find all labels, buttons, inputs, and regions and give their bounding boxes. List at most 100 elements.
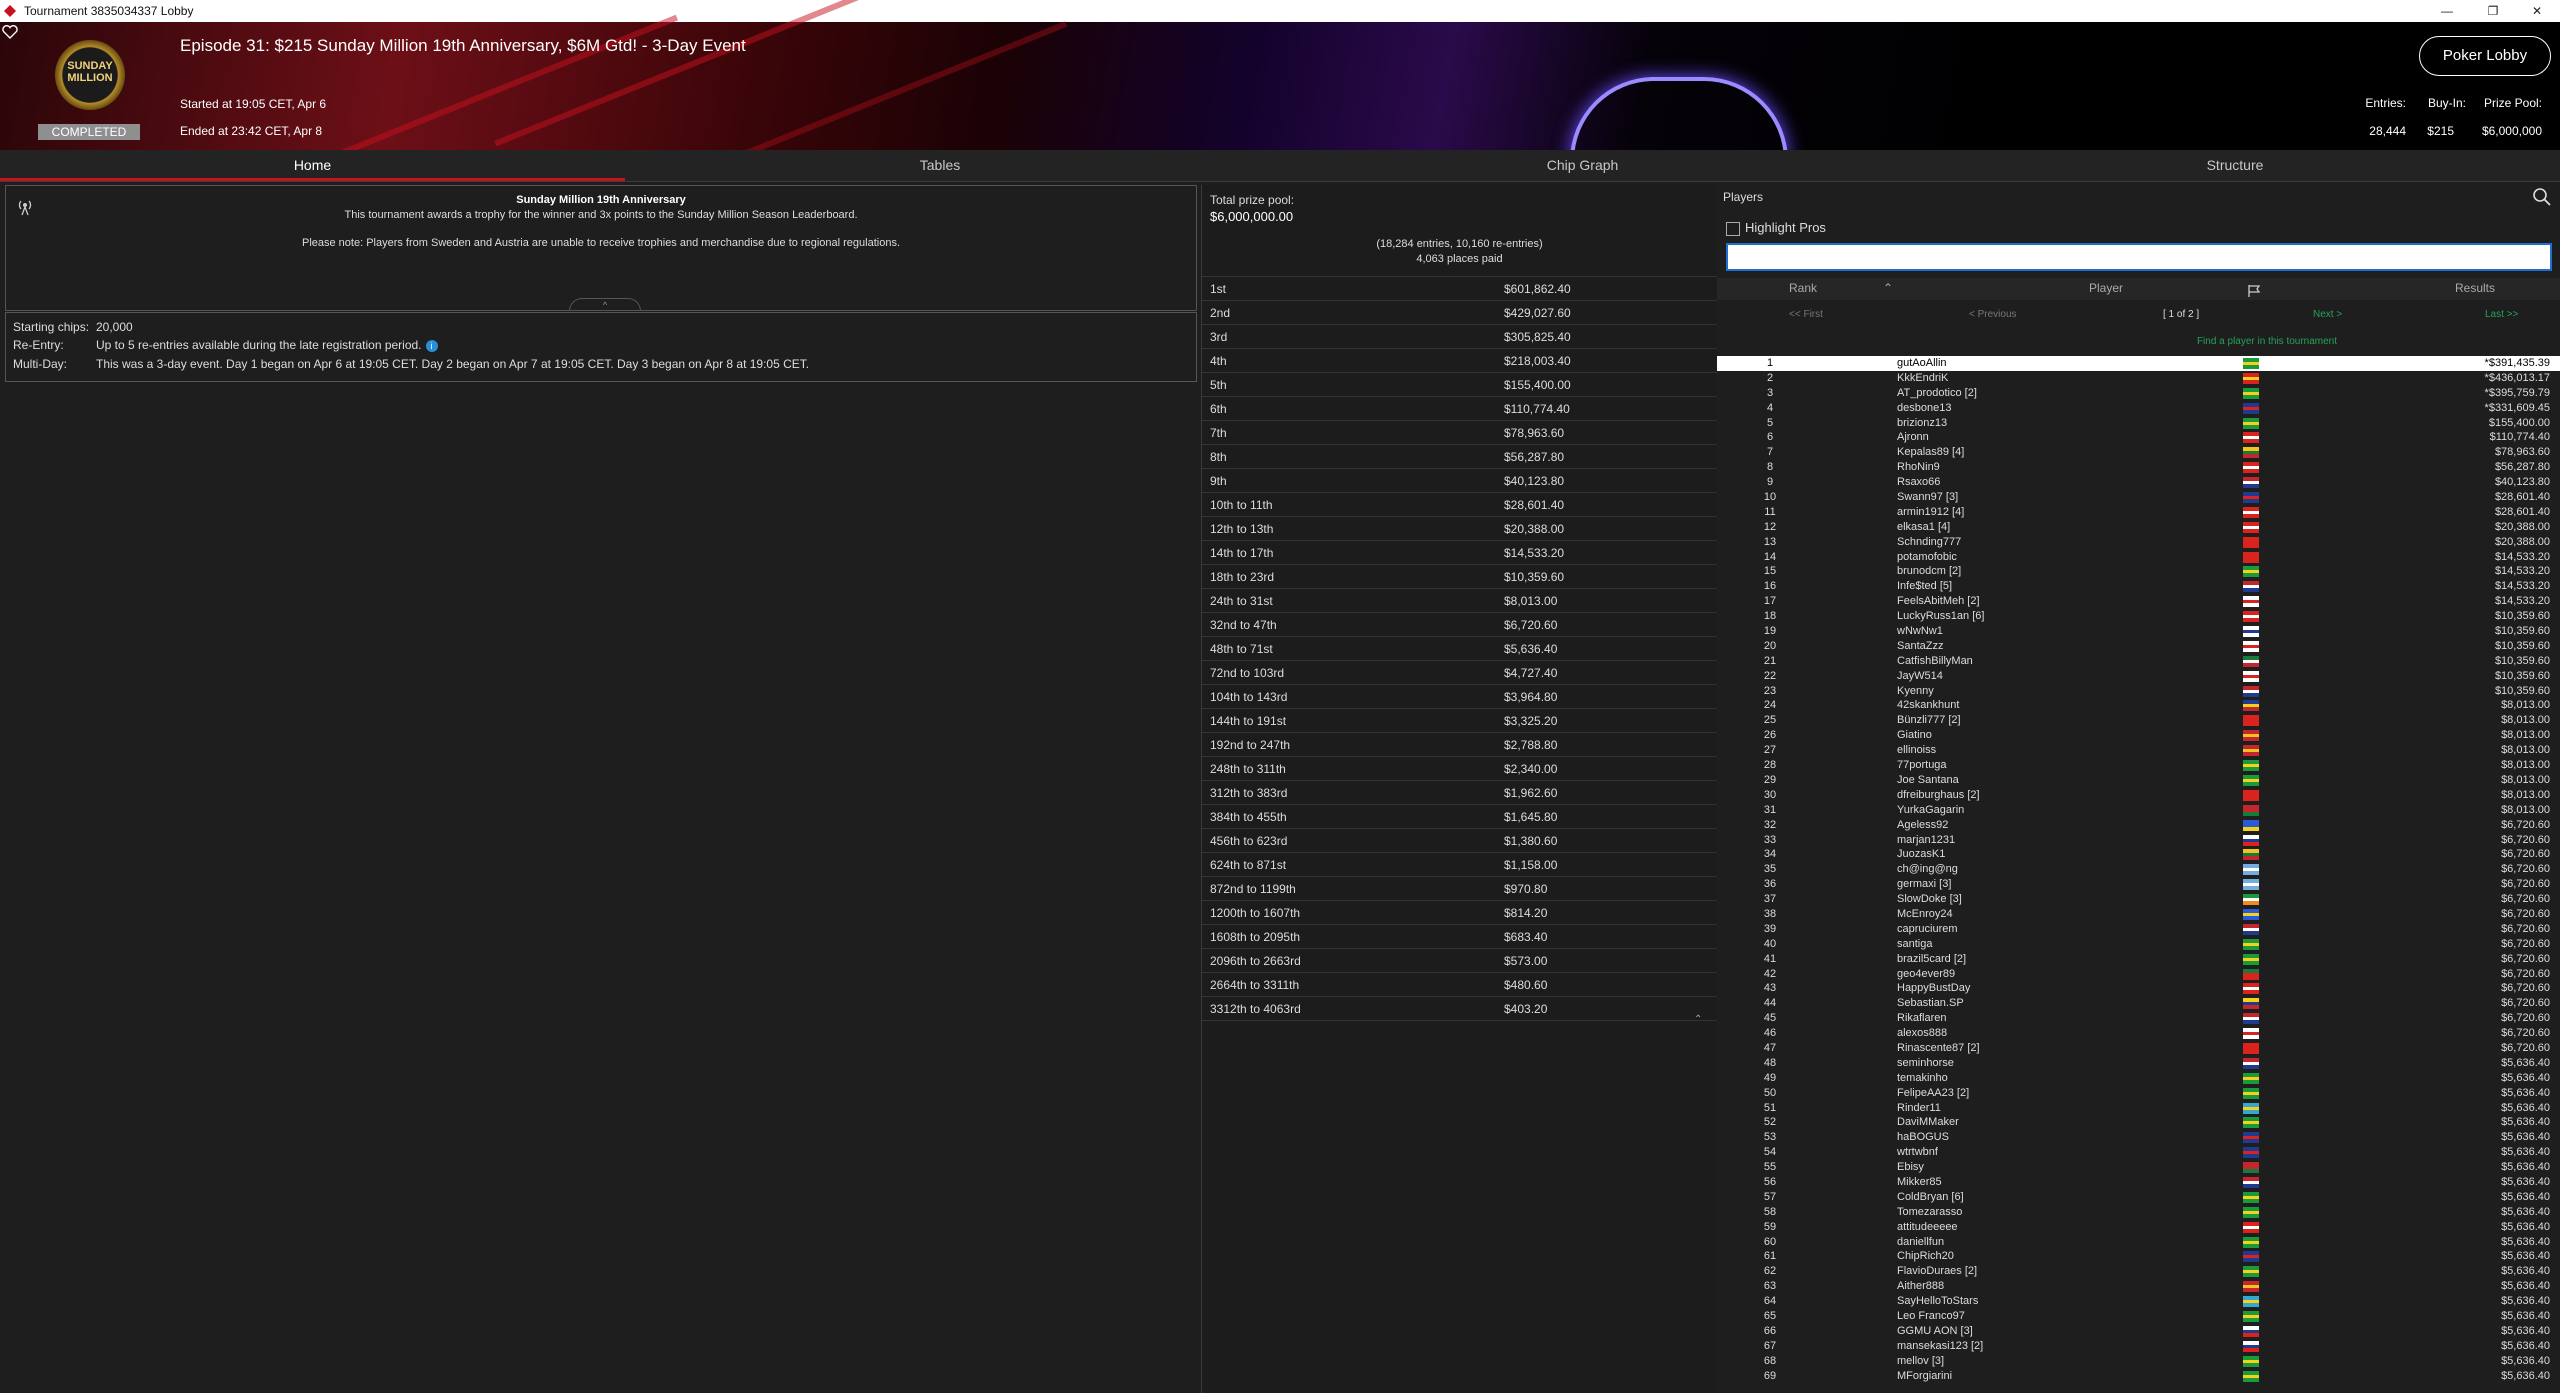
player-name[interactable]: SlowDoke [3] [1897, 892, 1962, 907]
player-row[interactable]: 3 AT_prodotico [2] *$395,759.79 [1717, 386, 2560, 401]
player-row[interactable]: 45 Rikaflaren $6,720.60 [1717, 1011, 2560, 1026]
player-name[interactable]: dfreiburghaus [2] [1897, 788, 1980, 803]
player-name[interactable]: wtrtwbnf [1897, 1145, 1938, 1160]
player-name[interactable]: 42skankhunt [1897, 698, 1959, 713]
player-name[interactable]: wNwNw1 [1897, 624, 1943, 639]
player-row[interactable]: 5 brizionz13 $155,400.00 [1717, 416, 2560, 431]
player-name[interactable]: SantaZzz [1897, 639, 1943, 654]
player-row[interactable]: 23 Kyenny $10,359.60 [1717, 684, 2560, 699]
col-player[interactable]: Player [2089, 281, 2123, 299]
player-row[interactable]: 17 FeelsAbitMeh [2] $14,533.20 [1717, 594, 2560, 609]
player-row[interactable]: 66 GGMU AON [3] $5,636.40 [1717, 1324, 2560, 1339]
player-row[interactable]: 28 77portuga $8,013.00 [1717, 758, 2560, 773]
player-name[interactable]: 77portuga [1897, 758, 1947, 773]
player-row[interactable]: 37 SlowDoke [3] $6,720.60 [1717, 892, 2560, 907]
highlight-pros-checkbox[interactable] [1726, 222, 1740, 236]
player-row[interactable]: 2 KkkEndriK *$436,013.17 [1717, 371, 2560, 386]
player-name[interactable]: brazil5card [2] [1897, 952, 1966, 967]
player-name[interactable]: Schnding777 [1897, 535, 1961, 550]
tab-home[interactable]: Home [0, 150, 625, 181]
player-row[interactable]: 54 wtrtwbnf $5,636.40 [1717, 1145, 2560, 1160]
player-row[interactable]: 33 marjan1231 $6,720.60 [1717, 833, 2560, 848]
player-row[interactable]: 55 Ebisy $5,636.40 [1717, 1160, 2560, 1175]
player-name[interactable]: gutAoAllin [1897, 356, 1947, 371]
player-row[interactable]: 26 Giatino $8,013.00 [1717, 728, 2560, 743]
player-name[interactable]: Rinder11 [1897, 1101, 1941, 1116]
player-row[interactable]: 22 JayW514 $10,359.60 [1717, 669, 2560, 684]
player-name[interactable]: brunodcm [2] [1897, 564, 1961, 579]
find-player-link[interactable]: Find a player in this tournament [1717, 336, 2560, 347]
info-icon[interactable]: i [425, 339, 438, 352]
player-name[interactable]: FeelsAbitMeh [2] [1897, 594, 1980, 609]
player-name[interactable]: JuozasK1 [1897, 847, 1945, 862]
player-row[interactable]: 4 desbone13 *$331,609.45 [1717, 401, 2560, 416]
player-row[interactable]: 56 Mikker85 $5,636.40 [1717, 1175, 2560, 1190]
player-name[interactable]: AT_prodotico [2] [1897, 386, 1977, 401]
player-name[interactable]: HappyBustDay [1897, 981, 1970, 996]
player-name[interactable]: LuckyRuss1an [6] [1897, 609, 1984, 624]
player-name[interactable]: daniellfun [1897, 1235, 1944, 1250]
player-name[interactable]: Rinascente87 [2] [1897, 1041, 1980, 1056]
player-name[interactable]: santiga [1897, 937, 1932, 952]
player-row[interactable]: 69 MForgiarini $5,636.40 [1717, 1369, 2560, 1384]
player-row[interactable]: 36 germaxi [3] $6,720.60 [1717, 877, 2560, 892]
player-name[interactable]: Mikker85 [1897, 1175, 1942, 1190]
player-name[interactable]: CatfishBillyMan [1897, 654, 1973, 669]
player-row[interactable]: 59 attitudeeeee $5,636.40 [1717, 1220, 2560, 1235]
player-name[interactable]: brizionz13 [1897, 416, 1947, 431]
player-row[interactable]: 35 ch@ing@ng $6,720.60 [1717, 862, 2560, 877]
player-name[interactable]: Tomezarasso [1897, 1205, 1962, 1220]
player-name[interactable]: mellov [3] [1897, 1354, 1944, 1369]
player-name[interactable]: JayW514 [1897, 669, 1943, 684]
player-name[interactable]: ellinoiss [1897, 743, 1936, 758]
player-row[interactable]: 60 daniellfun $5,636.40 [1717, 1235, 2560, 1250]
player-row[interactable]: 20 SantaZzz $10,359.60 [1717, 639, 2560, 654]
favorite-heart-icon[interactable] [2, 25, 18, 39]
tab-tables[interactable]: Tables [625, 150, 1255, 181]
player-row[interactable]: 25 Bünzli777 [2] $8,013.00 [1717, 713, 2560, 728]
collapse-toggle[interactable]: ^ [569, 298, 641, 311]
player-row[interactable]: 40 santiga $6,720.60 [1717, 937, 2560, 952]
player-name[interactable]: geo4ever89 [1897, 967, 1955, 982]
player-name[interactable]: attitudeeeee [1897, 1220, 1958, 1235]
player-row[interactable]: 24 42skankhunt $8,013.00 [1717, 698, 2560, 713]
player-row[interactable]: 39 capruciurem $6,720.60 [1717, 922, 2560, 937]
player-name[interactable]: GGMU AON [3] [1897, 1324, 1973, 1339]
player-name[interactable]: haBOGUS [1897, 1130, 1949, 1145]
player-row[interactable]: 6 Ajronn $110,774.40 [1717, 430, 2560, 445]
player-row[interactable]: 27 ellinoiss $8,013.00 [1717, 743, 2560, 758]
player-row[interactable]: 8 RhoNin9 $56,287.80 [1717, 460, 2560, 475]
player-row[interactable]: 42 geo4ever89 $6,720.60 [1717, 967, 2560, 982]
player-name[interactable]: capruciurem [1897, 922, 1958, 937]
player-row[interactable]: 64 SayHelloToStars $5,636.40 [1717, 1294, 2560, 1309]
col-rank[interactable]: Rank [1789, 281, 1817, 299]
page-next[interactable]: Next > [2313, 309, 2342, 320]
player-name[interactable]: armin1912 [4] [1897, 505, 1964, 520]
player-row[interactable]: 57 ColdBryan [6] $5,636.40 [1717, 1190, 2560, 1205]
player-row[interactable]: 48 seminhorse $5,636.40 [1717, 1056, 2560, 1071]
player-row[interactable]: 68 mellov [3] $5,636.40 [1717, 1354, 2560, 1369]
player-row[interactable]: 9 Rsaxo66 $40,123.80 [1717, 475, 2560, 490]
player-name[interactable]: KkkEndriK [1897, 371, 1948, 386]
player-name[interactable]: SayHelloToStars [1897, 1294, 1978, 1309]
player-name[interactable]: YurkaGagarin [1897, 803, 1964, 818]
page-first[interactable]: << First [1789, 309, 1823, 320]
player-row[interactable]: 14 potamofobic $14,533.20 [1717, 550, 2560, 565]
search-icon[interactable] [2532, 187, 2552, 207]
player-row[interactable]: 61 ChipRich20 $5,636.40 [1717, 1249, 2560, 1264]
player-row[interactable]: 7 Kepalas89 [4] $78,963.60 [1717, 445, 2560, 460]
player-name[interactable]: Ageless92 [1897, 818, 1948, 833]
player-search-input[interactable] [1726, 243, 2552, 271]
player-row[interactable]: 19 wNwNw1 $10,359.60 [1717, 624, 2560, 639]
player-row[interactable]: 63 Aither888 $5,636.40 [1717, 1279, 2560, 1294]
player-name[interactable]: Bünzli777 [2] [1897, 713, 1961, 728]
player-name[interactable]: Kepalas89 [4] [1897, 445, 1964, 460]
tab-chip-graph[interactable]: Chip Graph [1255, 150, 1910, 181]
player-name[interactable]: DaviMMaker [1897, 1115, 1959, 1130]
player-name[interactable]: germaxi [3] [1897, 877, 1951, 892]
player-row[interactable]: 12 elkasa1 [4] $20,388.00 [1717, 520, 2560, 535]
maximize-icon[interactable]: ❐ [2470, 0, 2516, 22]
player-name[interactable]: Sebastian.SP [1897, 996, 1964, 1011]
player-name[interactable]: Kyenny [1897, 684, 1934, 699]
player-name[interactable]: desbone13 [1897, 401, 1951, 416]
